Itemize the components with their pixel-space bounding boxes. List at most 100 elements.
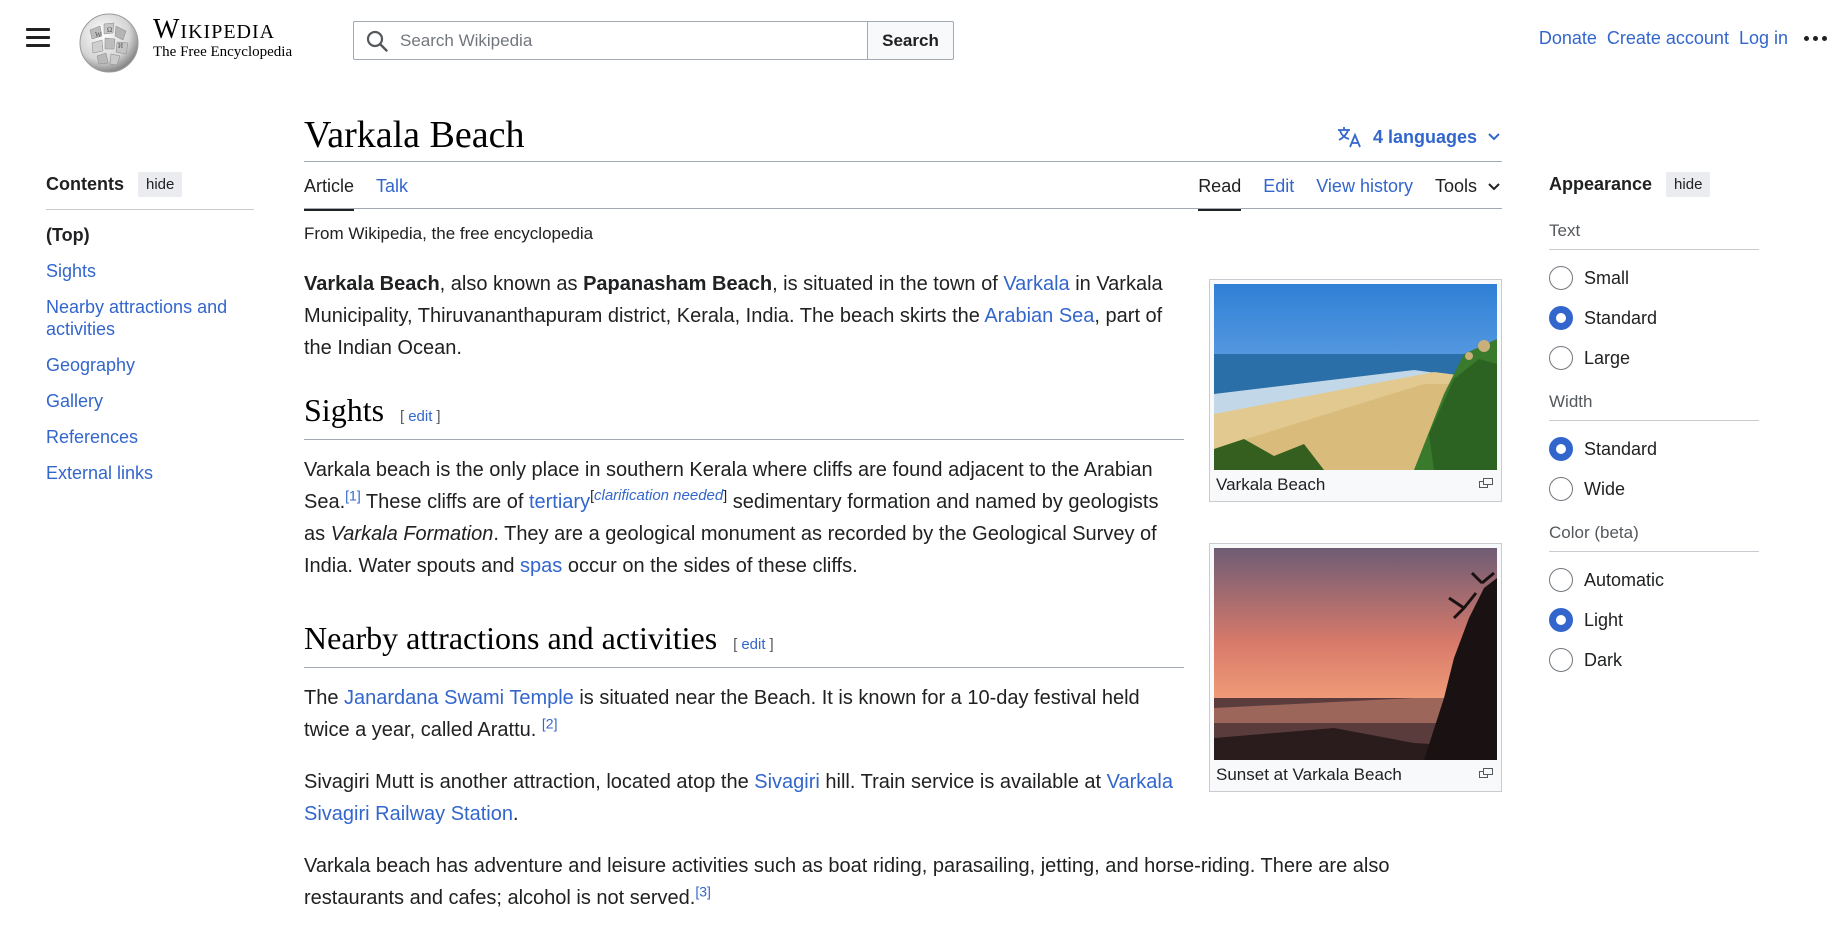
figure-sunset: Sunset at Varkala Beach: [1209, 543, 1502, 792]
toc-item-top[interactable]: (Top): [46, 224, 254, 246]
search-input[interactable]: [354, 22, 867, 59]
toc-list: (Top) Sights Nearby attractions and acti…: [46, 224, 254, 484]
chevron-down-icon: [1488, 133, 1500, 141]
site-tagline: From Wikipedia, the free encyclopedia: [304, 224, 594, 243]
clarification-needed-link[interactable]: clarification needed: [594, 487, 723, 504]
radio-button: [1549, 568, 1573, 592]
table-of-contents: Contents hide (Top) Sights Nearby attrac…: [46, 172, 254, 498]
tools-label: Tools: [1434, 176, 1477, 196]
svg-text:Ω: Ω: [107, 26, 112, 34]
edit-section-nearby: [edit]: [733, 636, 774, 653]
article-content: Varkala Beach, also known as Papanasham …: [304, 268, 1389, 934]
tab-edit[interactable]: Edit: [1263, 176, 1294, 209]
toc-hide-button[interactable]: hide: [138, 172, 183, 197]
hamburger-menu-icon: [26, 28, 50, 31]
radio-text-small[interactable]: Small: [1549, 266, 1759, 290]
radio-color-light[interactable]: Light: [1549, 608, 1759, 632]
nearby-paragraph-1: The Janardana Swami Temple is situated n…: [304, 687, 1140, 741]
search-button[interactable]: Search: [867, 21, 954, 60]
radio-color-dark[interactable]: Dark: [1549, 648, 1759, 672]
view-tabs: Read Edit View history Tools: [1176, 176, 1501, 211]
color-label: Color (beta): [1549, 523, 1759, 552]
radio-button: [1549, 648, 1573, 672]
toc-item-gallery[interactable]: Gallery: [46, 390, 254, 412]
heading-nearby-attractions: Nearby attractions and activities [edit]: [304, 622, 1184, 668]
radio-text-standard[interactable]: Standard: [1549, 306, 1759, 330]
languages-label: 4 languages: [1372, 126, 1477, 147]
tabs-divider: [304, 208, 1502, 209]
title-divider: [304, 161, 1502, 162]
edit-link[interactable]: edit: [408, 408, 432, 425]
wordmark-tagline: The Free Encyclopedia: [153, 44, 293, 60]
figure-caption: Varkala Beach: [1214, 470, 1497, 497]
toc-item-references[interactable]: References: [46, 426, 254, 448]
wordmark[interactable]: Wikipedia The Free Encyclopedia: [153, 14, 292, 61]
toc-item-sights[interactable]: Sights: [46, 260, 254, 282]
radio-color-automatic[interactable]: Automatic: [1549, 568, 1759, 592]
tab-view-history[interactable]: View history: [1316, 176, 1413, 209]
more-options-icon[interactable]: [1804, 36, 1827, 41]
toc-item-nearby-attractions[interactable]: Nearby attractions and activities: [46, 296, 254, 340]
link-janardana-swami-temple[interactable]: Janardana Swami Temple: [344, 687, 574, 709]
radio-text-large[interactable]: Large: [1549, 346, 1759, 370]
radio-width-standard[interactable]: Standard: [1549, 437, 1759, 461]
appearance-header: Appearance hide: [1549, 172, 1759, 205]
sights-paragraph: Varkala beach is the only place in south…: [304, 459, 1159, 577]
languages-button[interactable]: 4 languages: [1337, 126, 1501, 148]
link-sivagiri[interactable]: Sivagiri: [754, 771, 820, 793]
heading-sights: Sights [edit]: [304, 394, 1184, 440]
radio-button: [1549, 477, 1573, 501]
svg-text:W: W: [95, 31, 102, 39]
nearby-paragraph-2: Sivagiri Mutt is another attraction, loc…: [304, 771, 1173, 825]
main-menu-button[interactable]: [26, 28, 50, 48]
enlarge-icon[interactable]: [1479, 768, 1493, 778]
radio-button-selected: [1549, 608, 1573, 632]
width-label: Width: [1549, 392, 1759, 421]
create-account-link[interactable]: Create account: [1607, 28, 1729, 49]
intro-paragraph: Varkala Beach, also known as Papanasham …: [304, 273, 1163, 359]
log-in-link[interactable]: Log in: [1739, 28, 1788, 49]
nearby-paragraph-3: Varkala beach has adventure and leisure …: [304, 855, 1390, 909]
edit-link[interactable]: edit: [741, 636, 765, 653]
figure-varkala-beach: Varkala Beach: [1209, 279, 1502, 502]
bold-term: Varkala Beach: [304, 273, 440, 295]
search-box: [353, 21, 867, 60]
search-icon: [366, 30, 388, 52]
chevron-down-icon: [1488, 182, 1500, 190]
text-size-label: Text: [1549, 221, 1759, 250]
donate-link[interactable]: Donate: [1539, 28, 1597, 49]
ref-1[interactable]: [1]: [345, 487, 361, 503]
ref-3[interactable]: [3]: [695, 883, 711, 899]
tab-talk[interactable]: Talk: [376, 176, 408, 211]
link-spas[interactable]: spas: [520, 555, 562, 577]
bold-term: Papanasham Beach: [583, 273, 773, 295]
beach-photo[interactable]: [1214, 284, 1497, 470]
tab-article[interactable]: Article: [304, 176, 355, 211]
appearance-title: Appearance: [1549, 174, 1653, 194]
radio-button: [1549, 346, 1573, 370]
radio-width-wide[interactable]: Wide: [1549, 477, 1759, 501]
appearance-hide-button[interactable]: hide: [1666, 172, 1711, 197]
wordmark-title: Wikipedia: [153, 14, 276, 45]
figure-caption: Sunset at Varkala Beach: [1214, 760, 1497, 787]
sunset-photo[interactable]: [1214, 548, 1497, 760]
namespace-tabs: Article Talk: [304, 176, 430, 211]
svg-text:И: И: [118, 42, 123, 50]
page-title: Varkala Beach: [304, 114, 525, 156]
link-varkala[interactable]: Varkala: [1003, 273, 1069, 295]
tools-menu[interactable]: Tools: [1435, 176, 1501, 209]
link-arabian-sea[interactable]: Arabian Sea: [984, 305, 1094, 327]
tab-read[interactable]: Read: [1198, 176, 1242, 211]
enlarge-icon[interactable]: [1479, 478, 1493, 488]
toc-item-geography[interactable]: Geography: [46, 354, 254, 376]
wikipedia-globe-logo[interactable]: W Ω И: [78, 12, 140, 74]
user-links: Donate Create account Log in: [1529, 28, 1827, 49]
radio-button-selected: [1549, 437, 1573, 461]
link-tertiary[interactable]: tertiary: [529, 491, 590, 513]
radio-button: [1549, 266, 1573, 290]
toc-item-external-links[interactable]: External links: [46, 462, 254, 484]
toc-header: Contents hide: [46, 172, 254, 210]
appearance-panel: Appearance hide Text Small Standard Larg…: [1549, 172, 1759, 672]
ref-2[interactable]: [2]: [542, 715, 558, 731]
edit-section-sights: [edit]: [400, 408, 441, 425]
